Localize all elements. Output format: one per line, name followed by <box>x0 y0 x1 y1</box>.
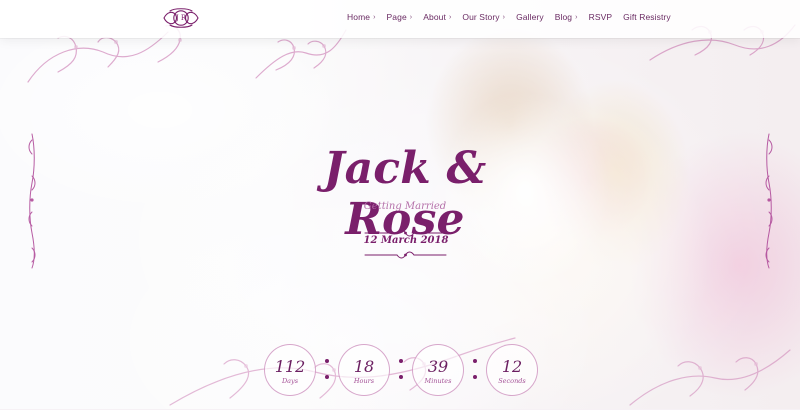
nav-home-label: Home <box>347 12 371 22</box>
countdown-minutes-label: Minutes <box>424 377 452 385</box>
logo-initials: J R <box>175 14 187 22</box>
countdown-days-label: Days <box>281 377 299 385</box>
countdown-minutes-value: 39 <box>427 357 449 376</box>
nav-page-label: Page <box>386 12 407 22</box>
separator-dot <box>473 359 477 363</box>
countdown-hours-label: Hours <box>353 377 375 385</box>
countdown-seconds: 12 Seconds <box>486 344 538 396</box>
separator-dot <box>399 359 403 363</box>
separator-dot <box>325 375 329 379</box>
nav-blog-label: Blog <box>554 12 573 22</box>
nav-about-label: About <box>423 12 446 22</box>
countdown-separator <box>322 359 332 379</box>
nav-our-story[interactable]: Our Story › <box>462 12 505 22</box>
countdown-separator <box>470 359 480 379</box>
nav-our-story-label: Our Story <box>462 12 500 22</box>
countdown-minutes: 39 Minutes <box>412 344 464 396</box>
chevron-right-icon: › <box>575 13 578 21</box>
nav-blog[interactable]: Blog › <box>555 12 578 22</box>
countdown-seconds-value: 12 <box>501 357 523 376</box>
top-navigation-bar: J R Home › Page › About › Our Story › Ga… <box>0 0 800 38</box>
nav-page[interactable]: Page › <box>387 12 413 22</box>
countdown-separator <box>396 359 406 379</box>
countdown-days: 112 Days <box>264 344 316 396</box>
nav-rsvp-label: RSVP <box>588 12 613 22</box>
countdown-hours: 18 Hours <box>338 344 390 396</box>
nav-rsvp[interactable]: RSVP <box>589 12 613 22</box>
decorative-divider-icon <box>364 251 447 259</box>
site-logo[interactable]: J R <box>158 7 204 29</box>
chevron-right-icon: › <box>373 13 376 21</box>
chevron-right-icon: › <box>409 13 413 21</box>
countdown-seconds-label: Seconds <box>498 377 526 385</box>
countdown-days-value: 112 <box>274 357 306 376</box>
separator-dot <box>473 375 477 379</box>
countdown-hours-value: 18 <box>353 357 375 376</box>
separator-dot <box>399 375 403 379</box>
monogram-logo-icon: J R <box>163 8 199 28</box>
hero-section: Jack & Rose Getting Married 12 March 201… <box>0 135 800 275</box>
wedding-date: 12 March 2018 <box>363 235 449 246</box>
nav-gallery-label: Gallery <box>516 12 544 22</box>
chevron-right-icon: › <box>502 13 506 21</box>
nav-gift-registry-label: Gift Resistry <box>623 12 671 22</box>
nav-about[interactable]: About › <box>423 12 451 22</box>
countdown-timer: 112 Days 18 Hours 39 Minutes 12 Seconds <box>262 344 552 396</box>
nav-home[interactable]: Home › <box>347 12 376 22</box>
subtitle-getting-married: Getting Married <box>363 201 447 212</box>
nav-gift-registry[interactable]: Gift Resistry <box>623 12 671 22</box>
separator-dot <box>325 359 329 363</box>
nav-gallery[interactable]: Gallery <box>516 12 544 22</box>
main-nav: Home › Page › About › Our Story › Galler… <box>347 12 671 22</box>
chevron-right-icon: › <box>448 13 452 21</box>
